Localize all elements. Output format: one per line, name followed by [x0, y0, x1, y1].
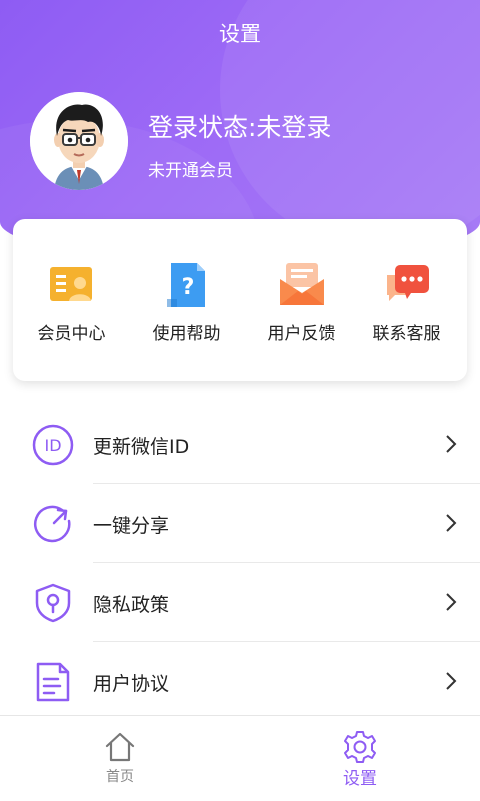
- svg-text:ID: ID: [44, 436, 61, 455]
- menu-item-label: 更新微信ID: [93, 436, 190, 458]
- tab-home[interactable]: 首页: [0, 716, 240, 801]
- bottom-tab-bar: 首页 设置: [0, 715, 480, 801]
- cartoon-avatar-icon: [30, 92, 128, 190]
- privacy-shield-icon: [35, 583, 71, 623]
- quick-action-member-center[interactable]: 会员中心: [18, 219, 125, 381]
- tab-settings[interactable]: 设置: [240, 716, 480, 801]
- feedback-mail-icon: [280, 263, 324, 305]
- home-icon: [105, 732, 135, 762]
- menu-item-label: 一键分享: [93, 515, 170, 537]
- agreement-document-icon: [36, 662, 70, 702]
- member-card-icon: [50, 267, 92, 301]
- chevron-right-icon: [446, 593, 457, 611]
- settings-menu-list: ID 更新微信ID 一键分享 隐私政策 用户协议: [0, 405, 480, 721]
- login-status[interactable]: 登录状态:未登录: [148, 108, 331, 144]
- tab-label: 设置: [343, 769, 377, 789]
- menu-item-privacy-policy[interactable]: 隐私政策: [0, 563, 480, 642]
- tab-label: 首页: [106, 769, 134, 785]
- page-title: 设置: [219, 22, 261, 46]
- chevron-right-icon: [446, 672, 457, 690]
- quick-action-label: 用户反馈: [267, 324, 336, 344]
- quick-action-feedback[interactable]: 用户反馈: [248, 219, 355, 381]
- quick-action-label: 联系客服: [372, 324, 441, 344]
- chevron-right-icon: [446, 514, 457, 532]
- chevron-right-icon: [446, 435, 457, 453]
- quick-action-help[interactable]: ? 使用帮助: [133, 219, 240, 381]
- quick-action-customer-service[interactable]: 联系客服: [353, 219, 460, 381]
- avatar[interactable]: [30, 92, 128, 190]
- chat-service-icon: [387, 265, 429, 301]
- quick-action-label: 会员中心: [37, 324, 106, 344]
- help-document-icon: ?: [167, 263, 205, 307]
- share-icon: [34, 505, 71, 543]
- menu-item-one-click-share[interactable]: 一键分享: [0, 484, 480, 563]
- quick-action-label: 使用帮助: [152, 324, 221, 344]
- menu-item-update-wechat-id[interactable]: ID 更新微信ID: [0, 405, 480, 484]
- quick-actions-card: 会员中心 ? 使用帮助 用户反馈 联系客服: [13, 219, 467, 381]
- menu-item-label: 隐私政策: [93, 594, 170, 616]
- svg-text:?: ?: [182, 275, 195, 300]
- id-icon: ID: [32, 424, 74, 466]
- menu-item-label: 用户协议: [93, 673, 170, 695]
- menu-item-user-agreement[interactable]: 用户协议: [0, 642, 480, 721]
- member-status: 未开通会员: [148, 161, 233, 181]
- gear-icon: [344, 731, 376, 763]
